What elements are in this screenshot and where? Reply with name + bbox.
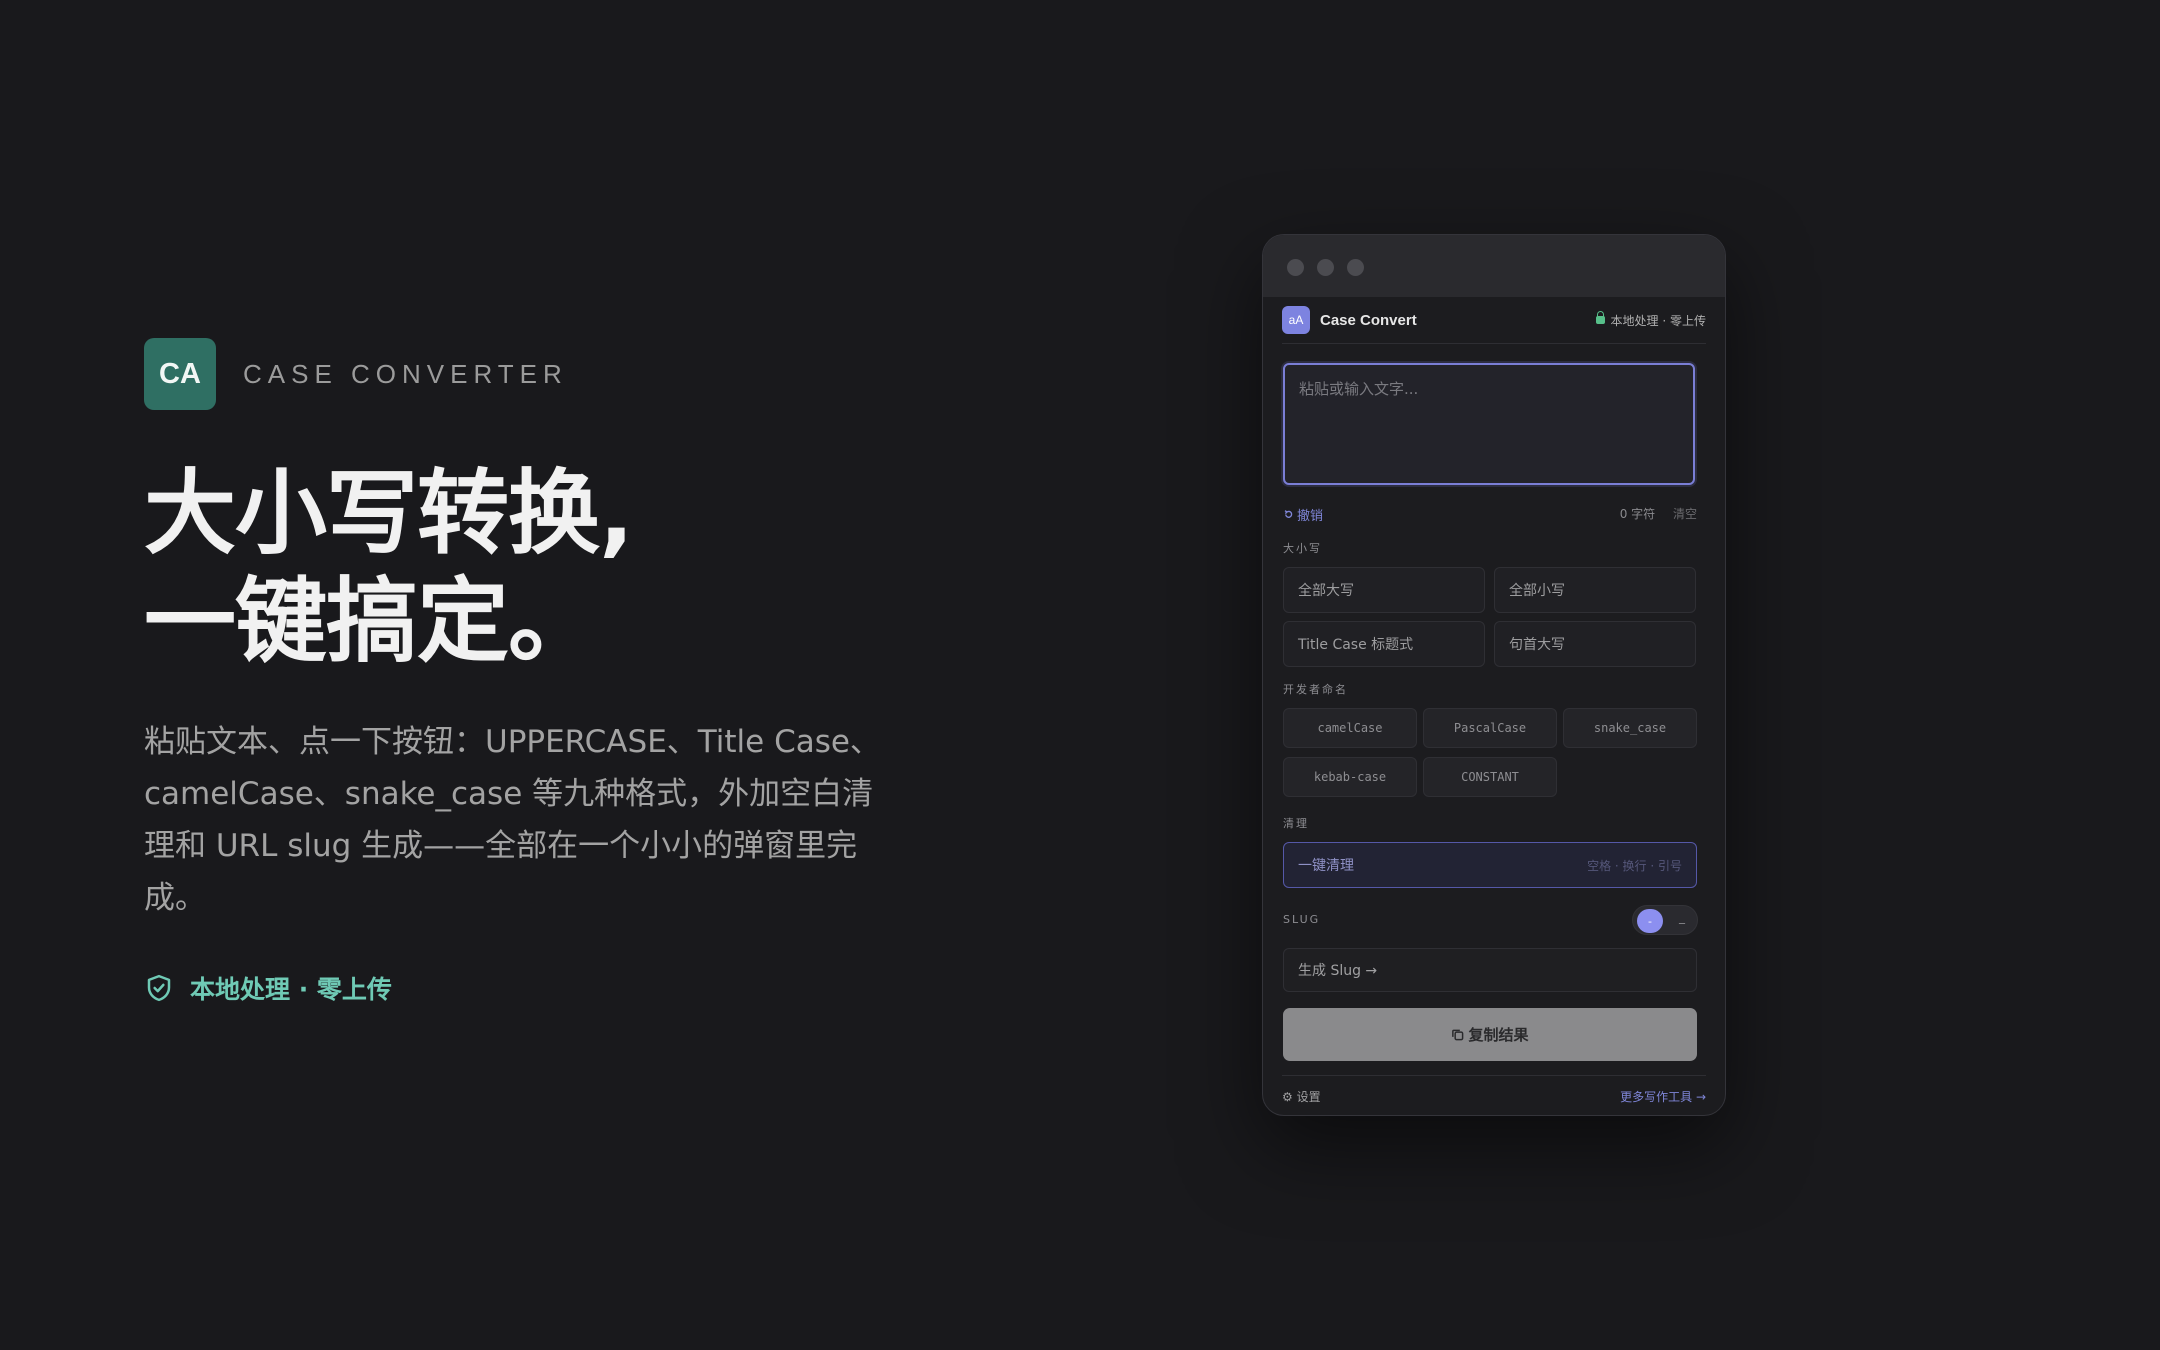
generate-slug-button[interactable]: 生成 Slug →	[1283, 948, 1697, 992]
privacy-badge-text: 本地处理 · 零上传	[1610, 313, 1706, 328]
window-minimize-dot[interactable]	[1317, 259, 1334, 276]
slug-section-label: SLUG	[1283, 913, 1321, 926]
headline: 大小写转换, 一键搞定。	[144, 460, 634, 676]
pascalcase-button[interactable]: PascalCase	[1423, 708, 1557, 748]
slug-separator-toggle[interactable]: - _	[1632, 905, 1698, 935]
copy-icon	[1452, 1029, 1464, 1041]
input-meta: 0 字符 清空	[1620, 505, 1697, 522]
settings-link[interactable]: ⚙ 设置	[1282, 1088, 1321, 1105]
app-logo-icon: aA	[1282, 306, 1310, 334]
headline-line-2: 一键搞定。	[144, 568, 600, 675]
gear-icon: ⚙	[1282, 1089, 1293, 1104]
clean-section-label: 清理	[1283, 817, 1309, 830]
privacy-text: 本地处理 · 零上传	[190, 975, 392, 1004]
brand-logo: CA	[144, 338, 216, 410]
window-zoom-dot[interactable]	[1347, 259, 1364, 276]
copy-result-button[interactable]: 复制结果	[1283, 1008, 1697, 1061]
clear-button[interactable]: 清空	[1673, 507, 1697, 521]
slug-separator-underscore[interactable]: _	[1679, 910, 1685, 924]
char-count: 0 字符	[1619, 507, 1656, 521]
popup-header: aA Case Convert 本地处理 · 零上传	[1282, 297, 1706, 344]
extension-popup-window: aA Case Convert 本地处理 · 零上传 粘贴或输入文字... 撤销…	[1262, 234, 1726, 1116]
description: 粘贴文本、点一下按钮：UPPERCASE、Title Case、camelCas…	[144, 724, 881, 916]
window-close-dot[interactable]	[1287, 259, 1304, 276]
popup-footer: ⚙ 设置 更多写作工具 →	[1282, 1075, 1706, 1115]
headline-line-1: 大小写转换,	[144, 460, 634, 567]
lock-icon	[1595, 311, 1605, 324]
slug-separator-hyphen[interactable]: -	[1637, 909, 1663, 933]
clean-button[interactable]: 一键清理 空格 · 换行 · 引号	[1283, 842, 1697, 888]
window-titlebar	[1263, 235, 1725, 297]
camelcase-button[interactable]: camelCase	[1283, 708, 1417, 748]
constant-case-button[interactable]: CONSTANT	[1423, 757, 1557, 797]
title-case-button[interactable]: Title Case 标题式	[1283, 621, 1485, 667]
kebab-case-button[interactable]: kebab-case	[1283, 757, 1417, 797]
case-section-label: 大小写	[1283, 542, 1322, 555]
undo-button[interactable]: 撤销	[1283, 505, 1323, 524]
text-input[interactable]: 粘贴或输入文字...	[1283, 363, 1695, 485]
copy-result-label: 复制结果	[1468, 1026, 1529, 1044]
undo-label: 撤销	[1297, 509, 1324, 524]
privacy-note: 本地处理 · 零上传	[144, 970, 392, 1006]
lowercase-button[interactable]: 全部小写	[1494, 567, 1696, 613]
privacy-badge: 本地处理 · 零上传	[1595, 311, 1706, 329]
settings-label: 设置	[1296, 1089, 1321, 1104]
clean-button-label: 一键清理	[1298, 858, 1354, 874]
app-title: Case Convert	[1320, 311, 1417, 329]
shield-check-icon	[147, 974, 171, 1002]
text-input-placeholder: 粘贴或输入文字...	[1299, 380, 1419, 398]
sentence-case-button[interactable]: 句首大写	[1494, 621, 1696, 667]
undo-icon	[1284, 510, 1293, 518]
brand-name: CASE CONVERTER	[243, 358, 568, 389]
snake-case-button[interactable]: snake_case	[1563, 708, 1697, 748]
brand: CA CASE CONVERTER	[144, 338, 568, 410]
clean-button-hint: 空格 · 换行 · 引号	[1587, 858, 1682, 873]
more-tools-link[interactable]: 更多写作工具 →	[1620, 1088, 1706, 1105]
uppercase-button[interactable]: 全部大写	[1283, 567, 1485, 613]
dev-section-label: 开发者命名	[1283, 683, 1348, 696]
